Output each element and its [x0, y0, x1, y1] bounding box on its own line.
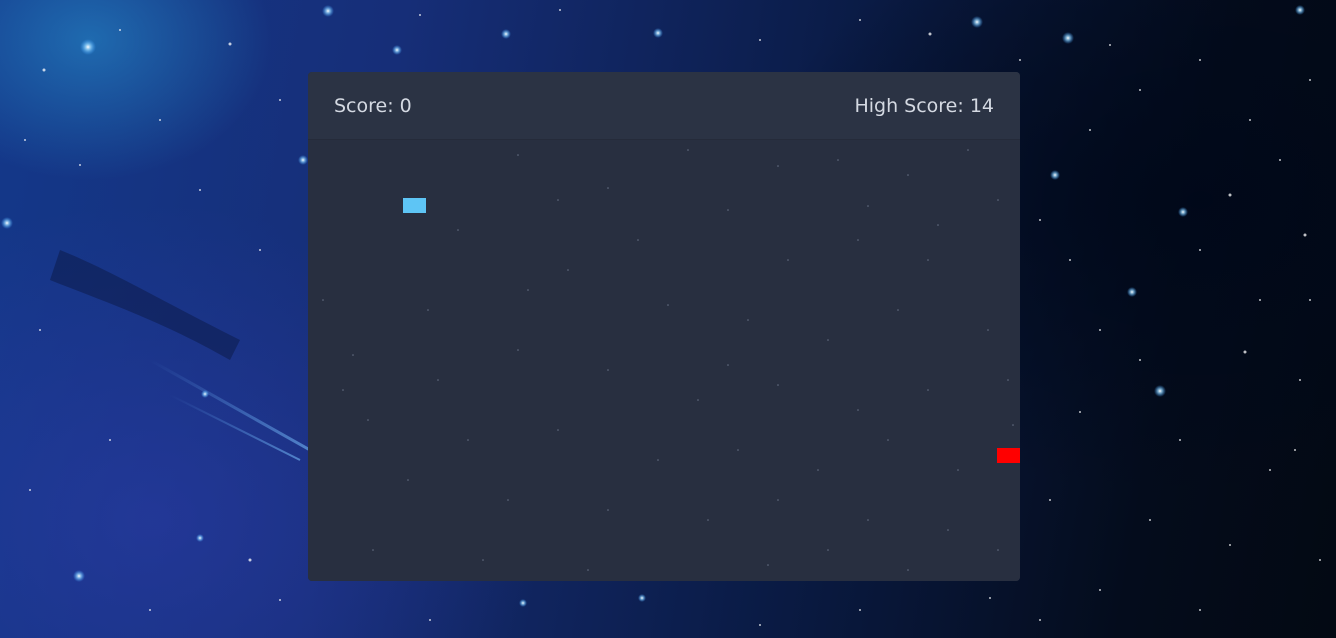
- player-block: [403, 198, 426, 213]
- high-score-label: High Score: 14: [854, 95, 994, 117]
- score-label: Score: 0: [334, 95, 412, 117]
- enemy-block: [997, 448, 1020, 463]
- game-board[interactable]: [308, 140, 1020, 581]
- game-panel: Score: 0 High Score: 14: [308, 72, 1020, 581]
- score-bar: Score: 0 High Score: 14: [308, 72, 1020, 140]
